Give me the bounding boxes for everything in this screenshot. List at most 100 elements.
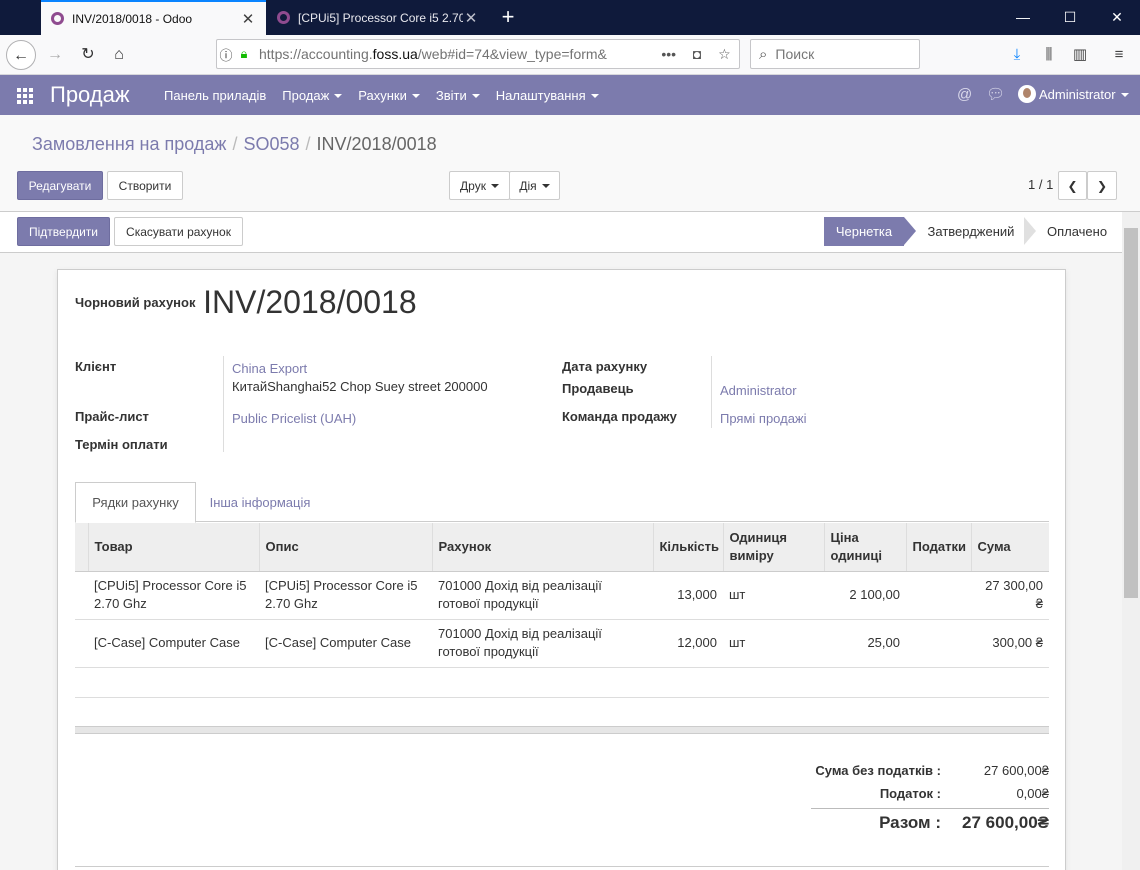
customer-link[interactable]: China Export	[232, 361, 307, 376]
cell-unit-price: 2 100,00	[824, 571, 906, 620]
payment-terms-label: Термін оплати	[75, 437, 168, 452]
cell-taxes	[906, 571, 971, 620]
cell-taxes	[906, 619, 971, 668]
cell-account: 701000 Дохід від реалізації готової прод…	[432, 619, 653, 668]
stage-paid[interactable]: Оплачено	[1038, 217, 1116, 246]
chat-icon[interactable]: 💬︎	[986, 75, 1005, 115]
cell-uom: шт	[723, 571, 824, 620]
scrollbar-thumb[interactable]	[1124, 228, 1138, 598]
url-text[interactable]: https://accounting.foss.ua/web#id=74&vie…	[259, 46, 653, 62]
forward-icon[interactable]: →	[40, 40, 70, 70]
close-icon[interactable]: ✕	[463, 9, 479, 27]
field-separator	[223, 356, 224, 452]
breadcrumb-order[interactable]: SO058	[243, 134, 299, 154]
menu-reports[interactable]: Звіти	[428, 88, 488, 103]
mention-icon[interactable]: @	[957, 75, 972, 115]
column-header[interactable]: Рахунок	[431, 523, 653, 572]
column-header[interactable]: Одиниця виміру	[722, 523, 824, 572]
browser-tab-invoice[interactable]: INV/2018/0018 - Odoo ✕	[41, 0, 266, 35]
tab-invoice-lines[interactable]: Рядки рахунку	[75, 482, 196, 523]
breadcrumb: Замовлення на продаж / SO058/INV/2018/0018	[32, 134, 437, 154]
cell-product: [CPUi5] Processor Core i5 2.70 Ghz	[88, 571, 259, 620]
browser-toolbar: ← → ↻ ⌂ ⓘ 🔒︎ https://accounting.foss.ua/…	[0, 35, 1140, 75]
invoice-number: INV/2018/0018	[203, 284, 417, 320]
pager-value: 1 / 1	[1028, 177, 1054, 192]
column-header[interactable]: Сума	[970, 523, 1049, 572]
handle-column-header	[75, 523, 88, 572]
invoice-sheet: Чорновий рахунок INV/2018/0018 Клієнт Пр…	[57, 269, 1066, 870]
menu-dashboard[interactable]: Панель приладів	[156, 88, 274, 103]
divider	[75, 866, 1049, 867]
maximize-icon[interactable]: ☐	[1047, 0, 1093, 35]
cell-amount: 27 300,00 ₴	[971, 571, 1049, 620]
breadcrumb-sales-orders[interactable]: Замовлення на продаж	[32, 134, 226, 154]
column-header[interactable]: Ціна одиниці	[823, 523, 906, 572]
user-menu[interactable]: Administrator	[1039, 75, 1129, 115]
tab-other-info[interactable]: Інша інформація	[200, 482, 320, 523]
home-icon[interactable]: ⌂	[104, 40, 134, 70]
pricelist-label: Прайс-лист	[75, 409, 149, 424]
odoo-favicon-icon	[51, 12, 64, 25]
table-row[interactable]: [CPUi5] Processor Core i5 2.70 Ghz [CPUi…	[75, 571, 1049, 620]
action-dropdown[interactable]: Дія	[509, 171, 560, 200]
search-field[interactable]: ⌕ Поиск	[750, 39, 920, 69]
pager-next-button[interactable]: ❯	[1087, 171, 1117, 200]
sidebar-icon[interactable]: ▥	[1068, 43, 1092, 67]
column-header[interactable]: Опис	[258, 523, 432, 572]
edit-button[interactable]: Редагувати	[17, 171, 103, 200]
hamburger-menu-icon[interactable]: ≡	[1107, 43, 1131, 67]
download-icon[interactable]: ⤓	[1005, 43, 1029, 67]
avatar[interactable]	[1018, 85, 1036, 103]
page-actions-icon[interactable]: •••	[661, 46, 676, 63]
sales-team-link[interactable]: Прямі продажі	[720, 411, 807, 426]
search-icon: ⌕	[759, 45, 768, 63]
create-button[interactable]: Створити	[107, 171, 183, 200]
close-icon[interactable]: ✕	[240, 10, 256, 28]
cell-product: [C-Case] Computer Case	[88, 619, 259, 668]
salesperson-link[interactable]: Administrator	[720, 383, 797, 398]
page-title: Чорновий рахунок INV/2018/0018	[75, 284, 417, 321]
search-placeholder: Поиск	[775, 46, 815, 62]
cell-quantity: 12,000	[653, 619, 723, 668]
bookmark-star-icon[interactable]: ☆	[718, 46, 731, 63]
reload-icon[interactable]: ↻	[73, 40, 103, 70]
browser-tab-bar: INV/2018/0018 - Odoo ✕ [CPUi5] Processor…	[0, 0, 1140, 35]
invoice-date-label: Дата рахунку	[562, 359, 648, 374]
back-icon[interactable]: ←	[6, 40, 36, 70]
column-header[interactable]: Кількість	[652, 523, 723, 572]
pocket-icon[interactable]: ◘	[693, 46, 701, 63]
tab-title: [CPUi5] Processor Core i5 2.70 Ghz	[298, 10, 463, 25]
totals-divider	[811, 808, 1049, 809]
confirm-button[interactable]: Підтвердити	[17, 217, 110, 246]
column-header[interactable]: Товар	[87, 523, 259, 572]
cell-description: [C-Case] Computer Case	[259, 619, 432, 668]
cell-uom: шт	[723, 619, 824, 668]
pager-previous-button[interactable]: ❮	[1058, 171, 1087, 200]
print-dropdown[interactable]: Друк	[449, 171, 510, 200]
main-menu: Панель приладів Продаж Рахунки Звіти Нал…	[156, 75, 607, 115]
tab-title: INV/2018/0018 - Odoo	[72, 11, 193, 26]
cell-account: 701000 Дохід від реалізації готової прод…	[432, 571, 653, 620]
cancel-invoice-button[interactable]: Скасувати рахунок	[114, 217, 243, 246]
apps-grid-icon[interactable]	[17, 88, 33, 104]
close-window-icon[interactable]: ✕	[1094, 0, 1140, 35]
invoice-lines-table: Товар Опис Рахунок Кількість Одиниця вим…	[75, 523, 1049, 668]
lock-icon: 🔒︎	[240, 46, 248, 61]
new-tab-button[interactable]: +	[494, 3, 522, 31]
browser-tab-product[interactable]: [CPUi5] Processor Core i5 2.70 Ghz ✕	[267, 0, 489, 35]
address-bar[interactable]: ⓘ 🔒︎ https://accounting.foss.ua/web#id=7…	[216, 39, 740, 69]
info-icon[interactable]: ⓘ	[217, 45, 235, 64]
column-header[interactable]: Податки	[905, 523, 971, 572]
control-panel: Замовлення на продаж / SO058/INV/2018/0018…	[0, 115, 1140, 212]
minimize-icon[interactable]: —	[1000, 0, 1046, 35]
table-header-row: Товар Опис Рахунок Кількість Одиниця вим…	[75, 523, 1049, 572]
pricelist-link[interactable]: Public Pricelist (UAH)	[232, 411, 356, 426]
status-bar: Підтвердити Скасувати рахунок Чернетка З…	[0, 212, 1122, 253]
stage-approved[interactable]: Затверджений	[918, 217, 1024, 246]
library-icon[interactable]: ⫼	[1037, 43, 1061, 67]
table-row[interactable]: [C-Case] Computer Case [C-Case] Computer…	[75, 619, 1049, 668]
menu-sales[interactable]: Продаж	[274, 88, 350, 103]
odoo-favicon-icon	[277, 11, 290, 24]
menu-invoices[interactable]: Рахунки	[350, 88, 428, 103]
menu-settings[interactable]: Налаштування	[488, 88, 607, 103]
